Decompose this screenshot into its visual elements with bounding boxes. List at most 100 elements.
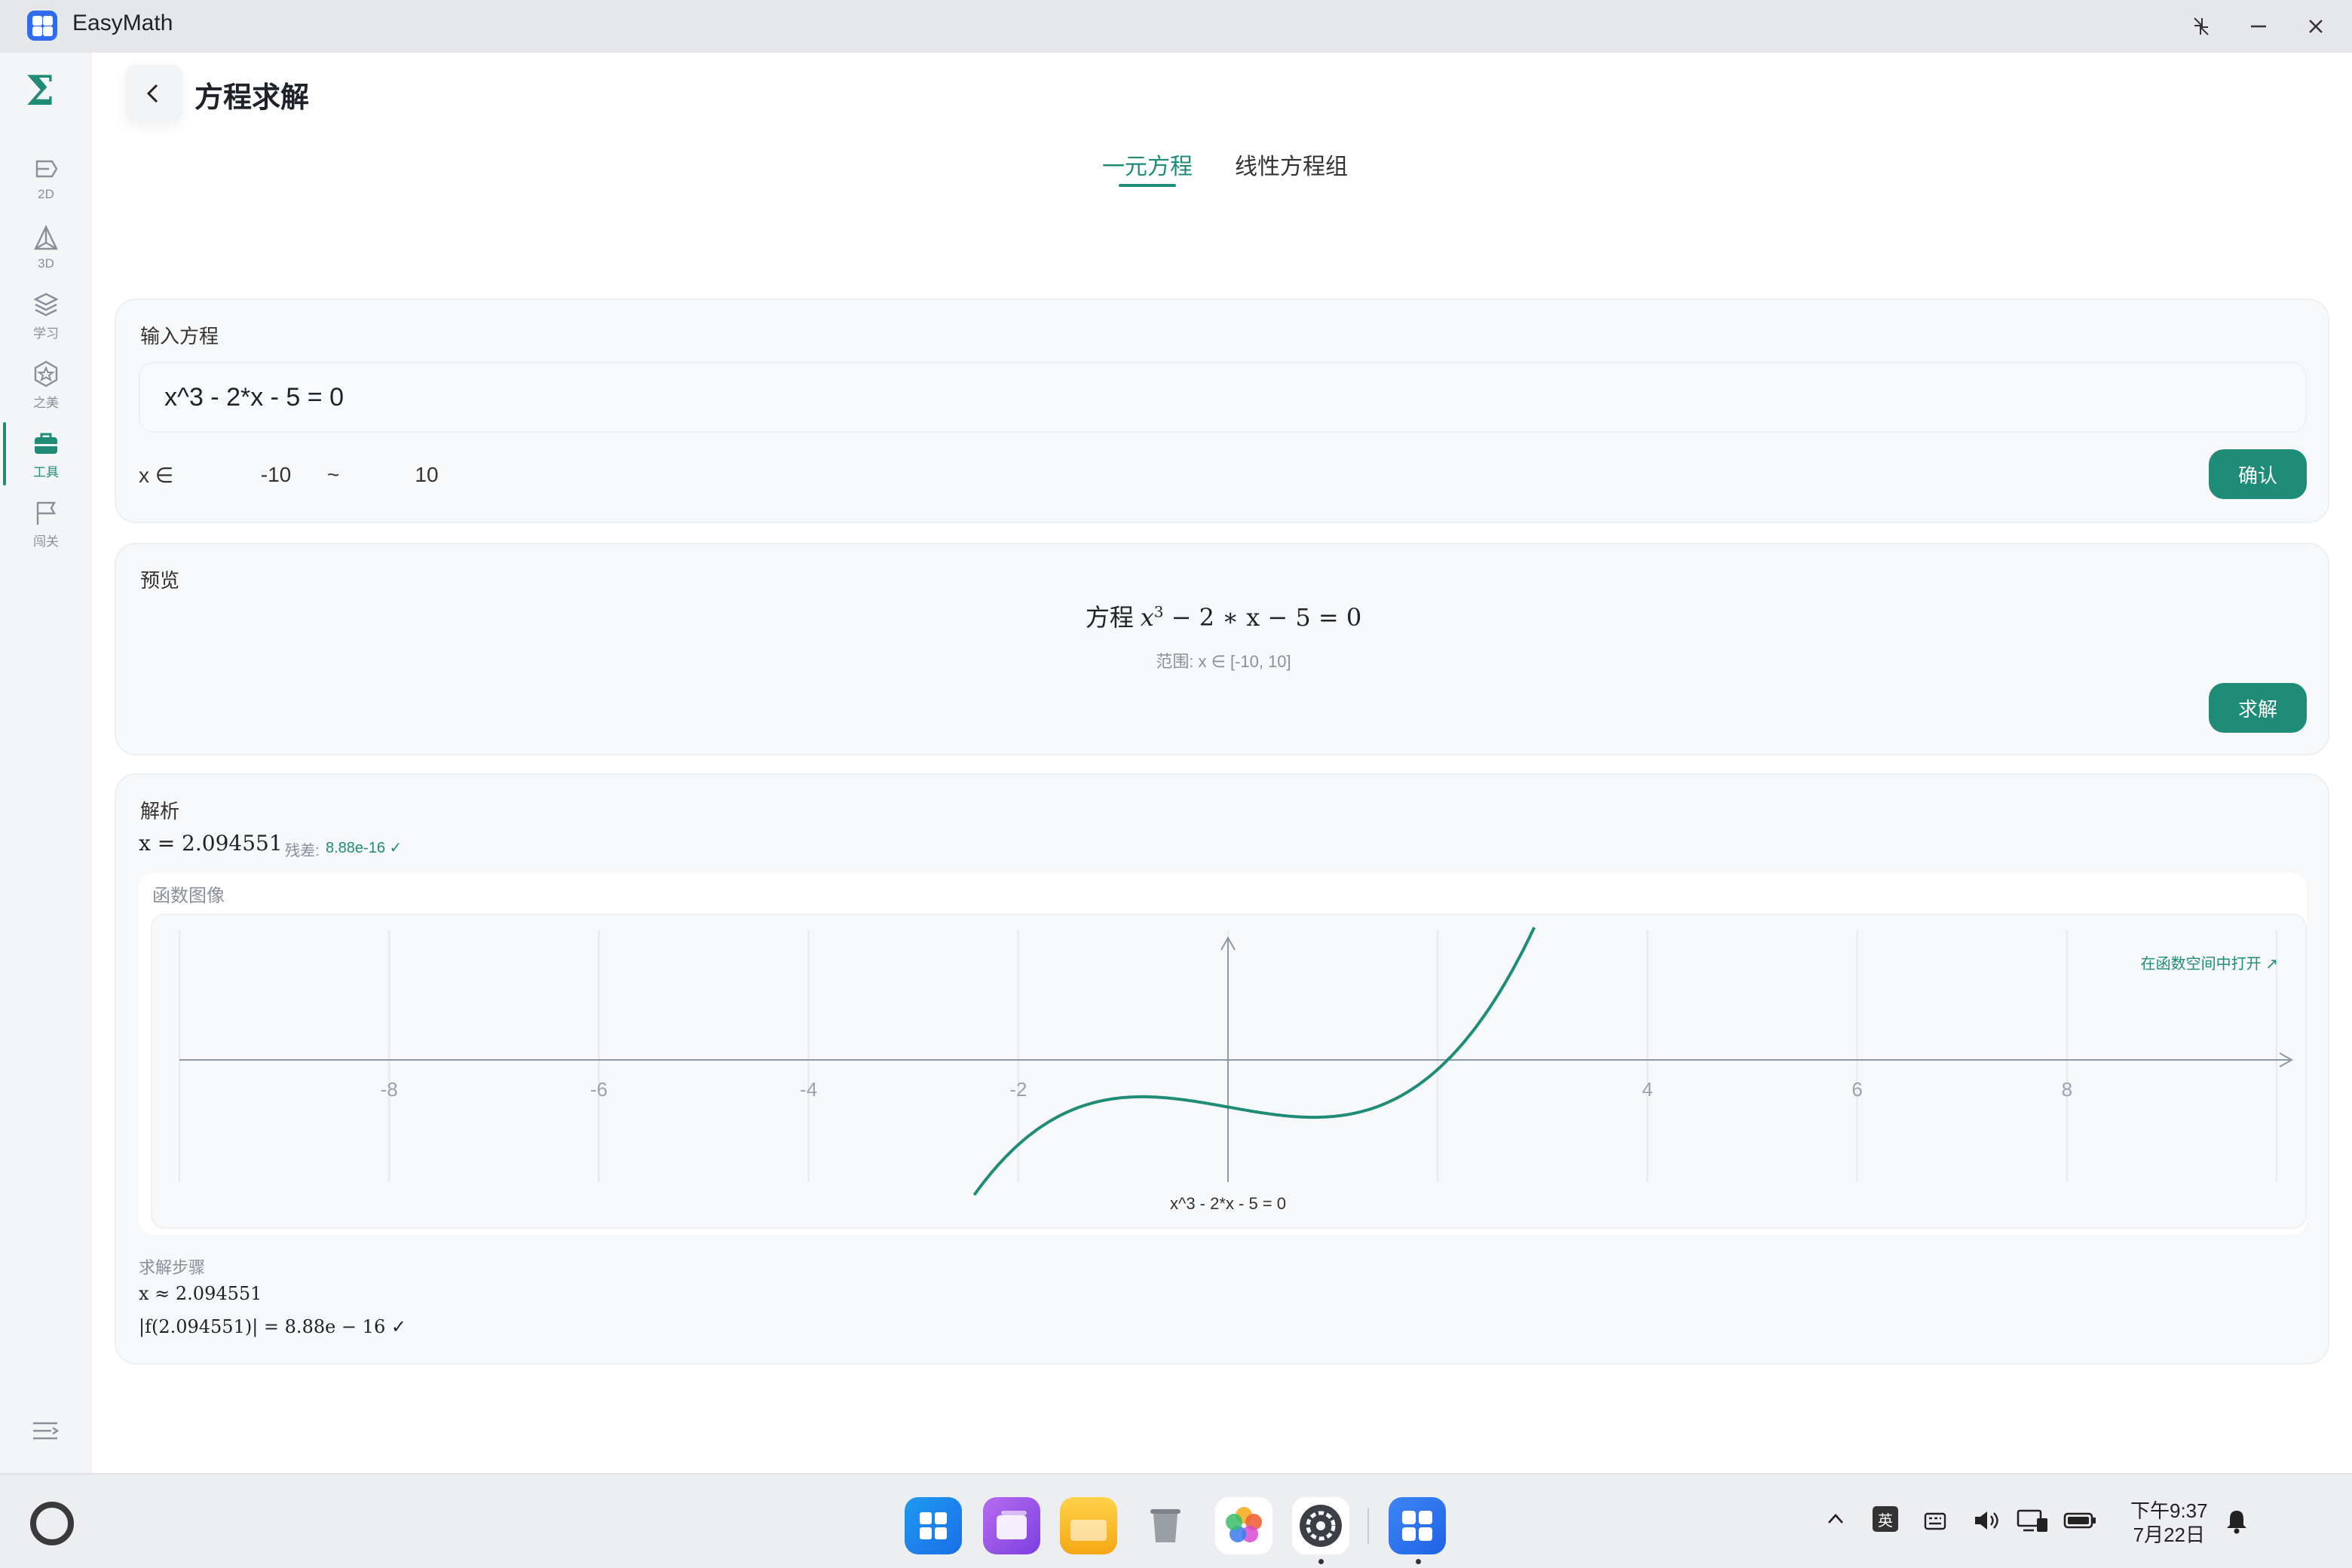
sidebar-item-label: 学习 (33, 326, 59, 341)
windows-stack-icon (997, 1511, 1027, 1539)
range-max-input[interactable]: 10 (375, 463, 478, 487)
system-clock[interactable]: 下午9:37 7月22日 (2130, 1499, 2208, 1547)
chevron-left-icon (146, 84, 158, 103)
folder-icon (1070, 1520, 1107, 1541)
equation-input[interactable]: x^3 - 2*x - 5 = 0 (139, 362, 2307, 433)
menu-expand-icon (33, 1422, 60, 1440)
app-title: EasyMath (72, 11, 173, 35)
range-separator: ~ (326, 463, 340, 486)
preview-equation-rest: − 2 ∗ x − 5 = 0 (1163, 603, 1362, 632)
page-title: 方程求解 (194, 82, 310, 114)
screen-cast-icon (2017, 1509, 2047, 1532)
solve-button[interactable]: 求解 (2209, 683, 2307, 733)
taskbar-separator (1367, 1508, 1369, 1544)
open-in-function-space-link[interactable]: 在函数空间中打开 ↗ (2141, 951, 2278, 973)
minimize-icon (2251, 25, 2266, 28)
taskbar-multitask[interactable] (983, 1497, 1040, 1554)
taskbar: 英 下午9:37 7月22日 (0, 1473, 2352, 1568)
x-tick-label: -8 (381, 1078, 398, 1101)
tray-volume-button[interactable] (1972, 1508, 2001, 1539)
back-button[interactable] (125, 65, 182, 122)
tray-keyboard-button[interactable] (1921, 1508, 1948, 1539)
function-plot: -8 -6 -4 -2 4 6 8 x^3 - 2*x - 5 = 0 (179, 926, 2294, 1213)
x-tick-label: -4 (800, 1078, 817, 1101)
taskbar-app-launcher[interactable] (905, 1497, 962, 1554)
close-icon (2309, 20, 2323, 33)
sidebar-item-tools[interactable]: 工具 (0, 422, 92, 485)
analysis-card-label: 解析 (140, 800, 180, 822)
solve-step-2: |f(2.094551)| = 8.88e − 16 ✓ (139, 1316, 406, 1337)
confirm-button[interactable]: 确认 (2209, 449, 2307, 499)
clock-time: 下午9:37 (2130, 1499, 2208, 1522)
taskbar-easymath[interactable] (1389, 1497, 1446, 1554)
residual-label: 残差: (285, 843, 320, 859)
tray-expand-button[interactable] (1824, 1508, 1847, 1536)
input-method-indicator[interactable]: 英 (1873, 1506, 1898, 1532)
restore-window-button[interactable] (2183, 9, 2219, 44)
graph-caption: x^3 - 2*x - 5 = 0 (1170, 1194, 1286, 1213)
app-logo-icon (27, 11, 57, 41)
graph-title: 函数图像 (152, 886, 225, 906)
input-card-label: 输入方程 (140, 325, 219, 348)
tab-underline (1119, 184, 1176, 187)
battery-icon (2063, 1512, 2096, 1529)
sidebar-item-2d[interactable]: 2D (0, 146, 92, 210)
tab-single-equation[interactable]: 一元方程 (1102, 148, 1193, 181)
expand-sidebar-button[interactable] (30, 1416, 60, 1446)
hexagon-star-icon (34, 360, 58, 387)
residual-value: 8.88e-16 ✓ (326, 840, 403, 856)
tab-linear-system[interactable]: 线性方程组 (1235, 148, 1348, 181)
start-button[interactable] (30, 1502, 74, 1545)
tray-display-button[interactable] (2016, 1508, 2050, 1539)
tray-battery-button[interactable] (2063, 1508, 2097, 1539)
running-indicator (1318, 1559, 1324, 1564)
sidebar-item-label: 工具 (33, 464, 59, 479)
layers-icon (33, 292, 59, 316)
clock-date: 7月22日 (2133, 1524, 2205, 1546)
keyboard-icon (1924, 1512, 1946, 1530)
taskbar-files[interactable] (1060, 1497, 1117, 1554)
preview-card-label: 预览 (140, 569, 180, 592)
sigma-logo-icon: Σ (26, 66, 55, 115)
notification-button[interactable] (2224, 1508, 2249, 1540)
x-tick-label: -6 (590, 1078, 608, 1101)
sidebar-item-beauty[interactable]: 之美 (0, 353, 92, 416)
sidebar-item-challenge[interactable]: 闯关 (0, 492, 92, 555)
x-tick-label: 8 (2062, 1078, 2072, 1101)
sidebar-item-label: 之美 (33, 395, 59, 410)
speaker-icon (1975, 1511, 1998, 1530)
easymath-app-icon (1402, 1511, 1432, 1541)
pyramid-3d-icon (34, 225, 58, 250)
shrink-icon (2194, 17, 2209, 35)
minimize-window-button[interactable] (2240, 9, 2277, 44)
sidebar-item-learn[interactable]: 学习 (0, 283, 92, 347)
taskbar-settings[interactable] (1292, 1497, 1349, 1554)
range-prefix: x ∈ (139, 464, 174, 487)
flag-icon (36, 501, 57, 525)
sidebar-item-3d[interactable]: 3D (0, 216, 92, 279)
title-bar: EasyMath (0, 0, 2352, 53)
taskbar-trash[interactable] (1137, 1497, 1194, 1554)
preview-equation: 方程 x3 − 2 ∗ x − 5 = 0 (116, 599, 2331, 633)
x-tick-label: -2 (1009, 1078, 1027, 1101)
chevron-up-icon (1828, 1514, 1843, 1524)
close-window-button[interactable] (2298, 9, 2334, 44)
input-card: 输入方程 x^3 - 2*x - 5 = 0 x ∈ -10 ~ 10 确认 (115, 299, 2329, 523)
sidebar-item-label: 闯关 (33, 534, 59, 549)
taskbar-photos[interactable] (1215, 1497, 1272, 1554)
solve-step-1: x ≈ 2.094551 (139, 1283, 262, 1304)
function-graph[interactable]: -8 -6 -4 -2 4 6 8 x^3 - 2*x - 5 = 0 在函数空间中打开 ↗ (151, 914, 2307, 1229)
grid-apps-icon (920, 1512, 947, 1539)
toolbox-icon (35, 433, 57, 454)
sidebar-item-label: 2D (38, 187, 54, 201)
preview-range: 范围: x ∈ [-10, 10] (1156, 652, 1291, 671)
x-tick-label: 4 (1642, 1078, 1652, 1101)
gear-icon (1300, 1505, 1342, 1547)
preview-equation-prefix: 方程 (1085, 604, 1134, 631)
steps-label: 求解步骤 (139, 1258, 206, 1277)
function-curve (972, 926, 1536, 1196)
sidebar-item-label: 3D (38, 256, 54, 271)
bell-icon (2227, 1511, 2246, 1534)
preview-equation-var: x (1140, 603, 1154, 632)
running-indicator (1416, 1559, 1421, 1564)
